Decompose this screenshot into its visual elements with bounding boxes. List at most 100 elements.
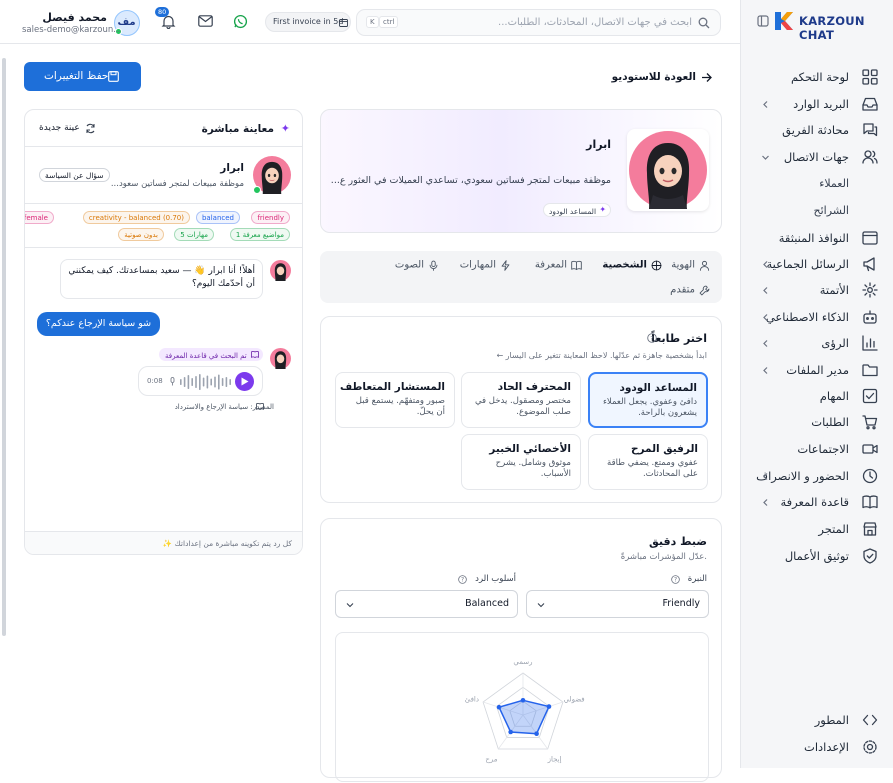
sidebar-item-label: الشرائح (813, 204, 849, 217)
radar-point[interactable] (496, 704, 502, 710)
sidebar-item-developer[interactable]: المطور (741, 707, 893, 733)
whatsapp-icon[interactable] (233, 14, 248, 29)
personality-card[interactable]: الأخصائي الخبير موثوق وشامل. يشرح الأسباب… (461, 434, 581, 490)
tab-knowledge[interactable]: المعرفة (535, 258, 582, 274)
brand-name: KARZOUN CHAT (799, 14, 865, 42)
sidebar-item-attendance[interactable]: الحضور و الانصراف (741, 463, 893, 489)
sidebar-item-business-verification[interactable]: توثيق الأعمال (741, 543, 893, 569)
waveform-bar (229, 379, 231, 385)
waveform-bar (191, 378, 193, 386)
inbox-icon (862, 97, 878, 111)
sidebar-item-label: العملاء (819, 177, 849, 190)
help-icon[interactable]: ? (647, 333, 657, 343)
radar-point[interactable] (508, 729, 513, 735)
radar-point[interactable] (546, 704, 552, 709)
sidebar-item-segments[interactable]: الشرائح (741, 199, 893, 223)
global-search[interactable]: ابحث في جهات الاتصال، المحادثات، الطلبات… (356, 9, 721, 36)
tab-advanced[interactable]: متقدم (670, 283, 710, 299)
sidebar-item-broadcasts[interactable]: الرسائل الجماعية (741, 251, 893, 277)
chevron-left-icon (763, 367, 768, 374)
sidebar-item-automation[interactable]: الأتمتة (741, 277, 893, 303)
style-select[interactable]: Balanced (335, 590, 518, 618)
sidebar-item-customers[interactable]: العملاء (741, 172, 893, 196)
sidebar-item-label: المطور (814, 713, 849, 727)
sample-question-chip[interactable]: سؤال عن السياسة (39, 168, 110, 182)
mail-icon[interactable] (198, 15, 213, 27)
svg-text:?: ? (461, 578, 464, 584)
sidebar-item-label: الحضور و الانصراف (756, 469, 849, 483)
personality-card[interactable]: المستشار المتعاطف صبور ومتفهّم. يستمع قبل… (335, 372, 455, 428)
play-button[interactable] (235, 372, 254, 391)
preview-footer: كل رد يتم تكوينه مباشرة من إعداداتك ✨ (25, 531, 302, 554)
sidebar-item-insights[interactable]: الرؤى (741, 330, 893, 356)
brand[interactable]: KARZOUN CHAT (741, 0, 893, 44)
chat-agent-avatar (270, 348, 291, 369)
waveform-bar (199, 374, 201, 390)
save-changes-button[interactable]: حفظ التغييرات (24, 62, 141, 91)
back-label: العودة للاستوديو (611, 71, 696, 83)
tab-voice[interactable]: الصوت (395, 258, 439, 274)
style-help-icon[interactable]: ? (458, 575, 467, 584)
waveform-bar (183, 377, 186, 387)
cart-icon (862, 415, 878, 430)
voice-message-player[interactable]: 0:08 (138, 366, 263, 396)
scrollbar[interactable] (2, 58, 6, 636)
tab-identity[interactable]: الهوية (671, 258, 710, 274)
chevron-left-icon (763, 101, 768, 108)
new-sample-label: عينة جديدة (39, 123, 80, 133)
preview-title: معاينة مباشرة (201, 123, 274, 135)
insights-icon (862, 335, 878, 351)
personality-section: اختر طابعاً ? ابدأ بشخصية جاهزة ثم عدّله… (320, 316, 722, 503)
radar-point[interactable] (520, 698, 526, 703)
sidebar-item-label: قاعدة المعرفة (780, 495, 849, 509)
radar-svg: رسمي فضولي إيجاز مرح دافئ (465, 658, 585, 763)
sidebar-item-store[interactable]: المتجر (741, 516, 893, 542)
sidebar-item-ai[interactable]: الذكاء الاصطناعي (741, 304, 893, 330)
personality-card[interactable]: المساعد الودود دافئ وعفوي. يجعل العملاء ي… (588, 372, 708, 428)
divider (25, 247, 302, 248)
divider (25, 146, 302, 147)
preview-tag: 1 مواضيع معرفة (229, 228, 290, 241)
sidebar-item-inbox[interactable]: البريد الوارد (741, 91, 893, 117)
preview-tag: female (25, 211, 54, 224)
preview-tag: بدون صوتية (118, 228, 164, 241)
sidebar-item-file-manager[interactable]: مدير الملفات (741, 357, 893, 383)
tone-select[interactable]: Friendly (526, 590, 709, 618)
agent-greeting-bubble: أهلاً! أنا ابرار 👋 — سعيد بمساعدتك. كيف … (60, 259, 263, 299)
sidebar-item-meetings[interactable]: الاجتماعات (741, 436, 893, 462)
sidebar-item-contacts[interactable]: جهات الاتصال (741, 144, 893, 170)
sidebar-item-tasks[interactable]: المهام (741, 383, 893, 409)
personality-card-desc: عفوي وممتع. يضفي طاقة على المحادثات. (607, 458, 698, 479)
waveform-bar (180, 379, 182, 385)
collapse-sidebar-icon[interactable] (757, 15, 769, 27)
personality-card[interactable]: المحترف الحاد مختصر ومصقول. يدخل في صلب ا… (461, 372, 581, 428)
new-sample-button[interactable]: عينة جديدة (39, 122, 99, 136)
tone-help-icon[interactable]: ? (671, 575, 680, 584)
fine-tune-title: ضبط دقيق (649, 535, 707, 548)
sidebar-item-settings[interactable]: الإعدادات (741, 734, 893, 760)
team-chat-icon (863, 123, 878, 137)
tab-personality[interactable]: الشخصية (602, 258, 662, 274)
radar-point[interactable] (534, 731, 539, 736)
sidebar-item-team-chat[interactable]: محادثة الفريق (741, 117, 893, 143)
sidebar-item-label: محادثة الفريق (782, 123, 849, 137)
radar-axis-label: مرح (485, 755, 497, 763)
tab-skills[interactable]: المهارات (460, 258, 511, 274)
personality-card[interactable]: الرفيق المرح عفوي وممتع. يضفي طاقة على ال… (588, 434, 708, 490)
sidebar-item-label: توثيق الأعمال (784, 549, 849, 563)
waveform-bar (195, 376, 197, 388)
agent-name: ابرار (586, 138, 611, 151)
megaphone-icon (863, 257, 875, 272)
search-input[interactable]: ابحث في جهات الاتصال، المحادثات، الطلبات… (498, 17, 692, 28)
sidebar-item-orders[interactable]: الطلبات (741, 409, 893, 435)
style-select-value: Balanced (465, 598, 509, 609)
sidebar-item-knowledge-base[interactable]: قاعدة المعرفة (741, 489, 893, 515)
waveform-bar (210, 378, 212, 386)
sidebar-item-popups[interactable]: النوافذ المنبثقة (741, 225, 893, 251)
invoice-badge[interactable]: First invoice in 5d (265, 12, 351, 32)
shield-check-icon (863, 548, 877, 564)
preview-tag: creativity - balanced (0.70) (82, 211, 190, 224)
refresh-icon (86, 123, 95, 134)
sidebar-item-dashboard[interactable]: لوحة التحكم (741, 64, 893, 90)
back-to-studio-link[interactable]: العودة للاستوديو (612, 70, 712, 86)
